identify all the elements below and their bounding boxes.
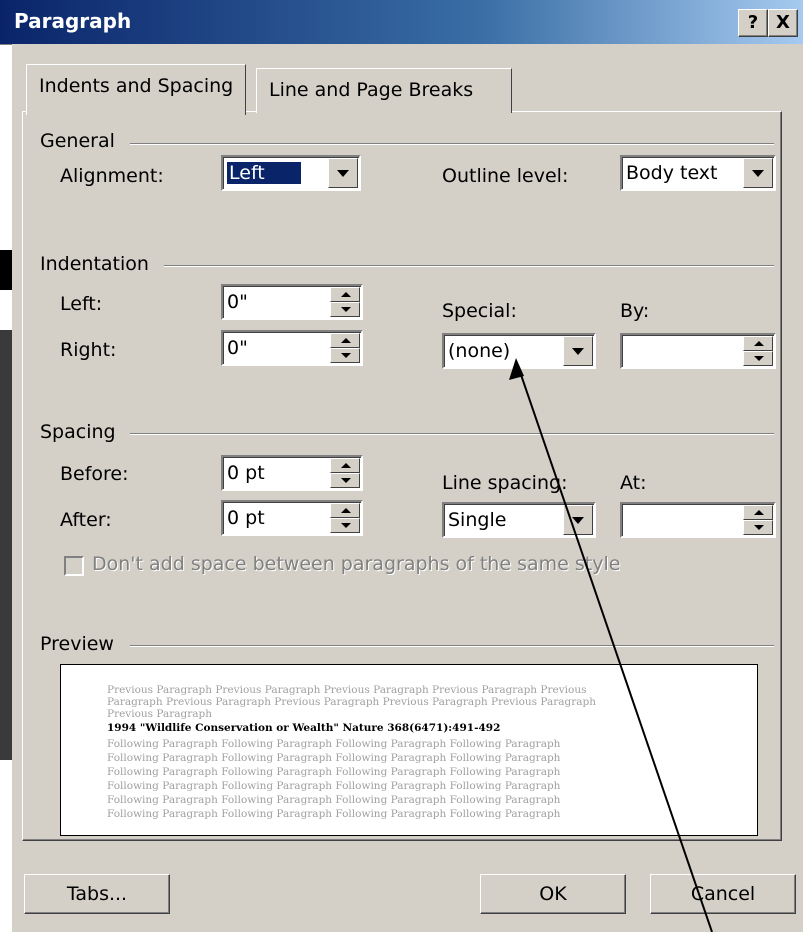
spacing-before-spinner[interactable]: 0 pt — [221, 455, 363, 491]
title-bar[interactable]: Paragraph ? X — [0, 0, 803, 45]
spin-down-icon[interactable] — [330, 473, 360, 488]
dont-add-space-label: Don't add space between paragraphs of th… — [92, 553, 621, 575]
special-value: (none) — [448, 340, 511, 362]
preview-box: Previous Paragraph Previous Paragraph Pr… — [60, 664, 758, 836]
spin-down-icon[interactable] — [743, 520, 773, 535]
spin-down-icon[interactable] — [330, 348, 360, 363]
preview-previous-line: Previous Paragraph Previous Paragraph Pr… — [107, 684, 587, 696]
dont-add-space-checkbox[interactable] — [64, 556, 84, 576]
tab-label: Indents and Spacing — [39, 75, 234, 97]
preview-following-line: Following Paragraph Following Paragraph … — [107, 780, 561, 792]
special-dropdown[interactable]: (none) — [442, 333, 596, 369]
preview-following-line: Following Paragraph Following Paragraph … — [107, 794, 561, 806]
close-button[interactable]: X — [768, 9, 798, 37]
indent-left-spinner[interactable]: 0" — [221, 284, 363, 320]
group-preview-label: Preview — [40, 633, 114, 655]
tabs-button[interactable]: Tabs... — [24, 874, 170, 914]
indent-left-label: Left: — [60, 293, 103, 315]
spin-up-icon[interactable] — [330, 333, 360, 348]
indent-right-label: Right: — [60, 339, 117, 361]
alignment-dropdown[interactable]: Left — [221, 155, 361, 191]
spacing-before-value: 0 pt — [227, 462, 265, 484]
group-divider — [130, 645, 774, 647]
spin-down-icon[interactable] — [743, 351, 773, 366]
outline-level-dropdown[interactable]: Body text — [620, 155, 776, 191]
group-divider — [130, 143, 774, 145]
group-divider — [130, 433, 774, 435]
dropdown-arrow-icon[interactable] — [743, 158, 773, 188]
tab-line-and-page-breaks[interactable]: Line and Page Breaks — [256, 68, 512, 113]
preview-following-line: Following Paragraph Following Paragraph … — [107, 738, 561, 750]
spacing-after-value: 0 pt — [227, 507, 265, 529]
by-spinner[interactable] — [620, 333, 776, 369]
preview-following-line: Following Paragraph Following Paragraph … — [107, 752, 561, 764]
cancel-button[interactable]: Cancel — [650, 874, 796, 914]
dropdown-arrow-icon[interactable] — [563, 336, 593, 366]
window-title: Paragraph — [14, 9, 132, 33]
spin-up-icon[interactable] — [743, 505, 773, 520]
outline-level-value: Body text — [626, 162, 718, 184]
preview-previous-line: Paragraph Previous Paragraph Previous Pa… — [107, 696, 597, 708]
help-button[interactable]: ? — [738, 9, 768, 37]
group-general-label: General — [40, 130, 115, 152]
indent-left-value: 0" — [227, 291, 248, 313]
line-spacing-value: Single — [448, 509, 507, 531]
at-spinner[interactable] — [620, 502, 776, 538]
by-label: By: — [620, 300, 650, 322]
spacing-before-label: Before: — [60, 463, 129, 485]
dropdown-arrow-icon[interactable] — [328, 158, 358, 188]
ok-button[interactable]: OK — [480, 874, 626, 914]
special-label: Special: — [442, 300, 517, 322]
line-spacing-dropdown[interactable]: Single — [442, 502, 596, 538]
group-divider — [164, 265, 774, 267]
indent-right-value: 0" — [227, 337, 248, 359]
tab-indents-and-spacing[interactable]: Indents and Spacing — [26, 64, 247, 115]
spin-up-icon[interactable] — [330, 287, 360, 302]
background-window — [0, 0, 12, 932]
preview-previous-line: Previous Paragraph — [107, 708, 213, 720]
spin-down-icon[interactable] — [330, 518, 360, 533]
group-spacing-label: Spacing — [40, 421, 116, 443]
alignment-value: Left — [227, 162, 301, 184]
group-indentation-label: Indentation — [40, 253, 149, 275]
spacing-after-spinner[interactable]: 0 pt — [221, 500, 363, 536]
alignment-label: Alignment: — [60, 165, 164, 187]
line-spacing-label: Line spacing: — [442, 472, 568, 494]
indent-right-spinner[interactable]: 0" — [221, 330, 363, 366]
preview-following-line: Following Paragraph Following Paragraph … — [107, 808, 561, 820]
spin-up-icon[interactable] — [330, 458, 360, 473]
outline-level-label: Outline level: — [442, 165, 569, 187]
preview-current-line: 1994 "Wildlife Conservation or Wealth" N… — [107, 722, 501, 734]
tab-label: Line and Page Breaks — [269, 79, 474, 101]
dropdown-arrow-icon[interactable] — [563, 505, 593, 535]
at-label: At: — [620, 472, 647, 494]
spacing-after-label: After: — [60, 509, 112, 531]
spin-down-icon[interactable] — [330, 302, 360, 317]
spin-up-icon[interactable] — [330, 503, 360, 518]
preview-following-line: Following Paragraph Following Paragraph … — [107, 766, 561, 778]
spin-up-icon[interactable] — [743, 336, 773, 351]
